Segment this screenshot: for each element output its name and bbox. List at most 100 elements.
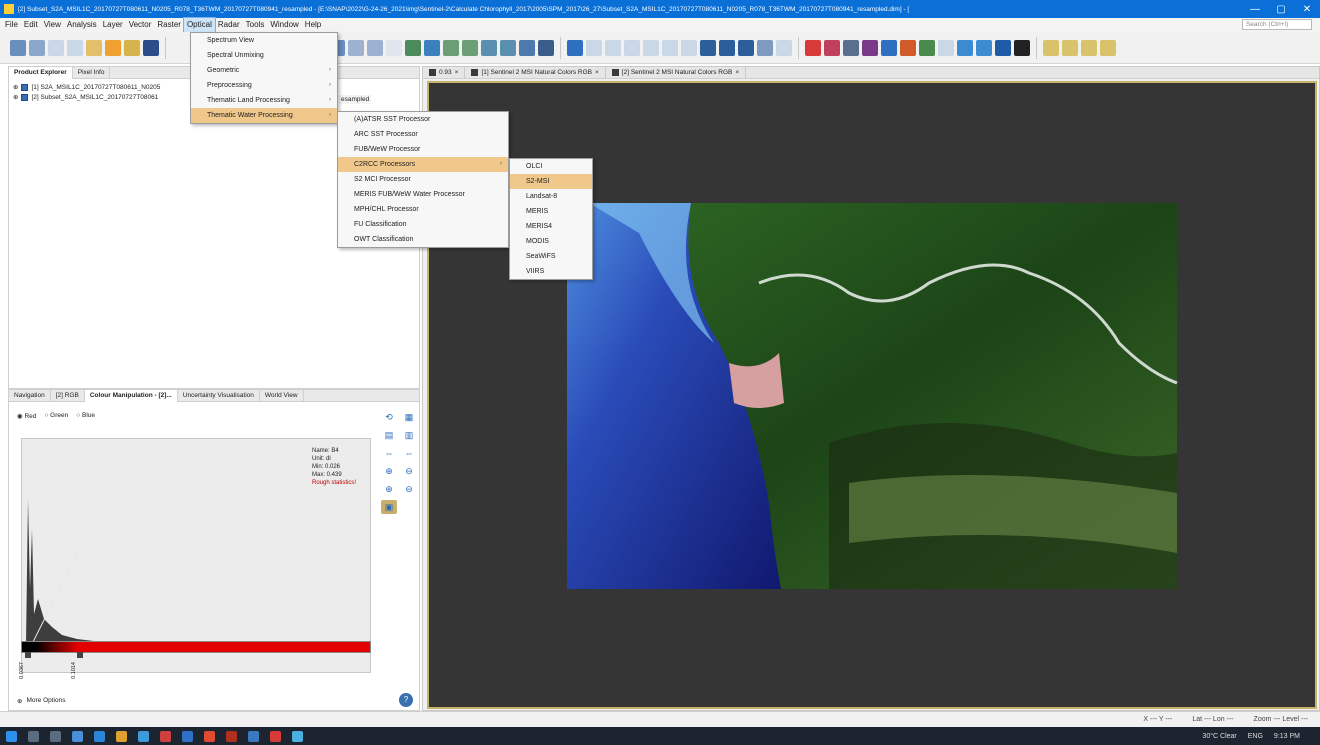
red-radio[interactable]: ◉ Red <box>17 412 36 420</box>
open-product-icon[interactable] <box>10 39 26 56</box>
slider-handle-max[interactable] <box>77 652 83 658</box>
log-scale-icon[interactable]: ⇔ <box>401 446 417 460</box>
redo-icon[interactable] <box>67 39 83 56</box>
blue-radio[interactable]: ○ Blue <box>76 412 95 420</box>
pan-tool-icon[interactable] <box>586 39 602 56</box>
clock[interactable]: 9:13 PM <box>1274 733 1300 740</box>
tile-icon[interactable] <box>938 39 954 56</box>
export-icon[interactable]: ▥ <box>401 428 417 442</box>
menu-item-modis[interactable]: MODIS <box>510 234 592 249</box>
zoom-selector[interactable]: 0.93 × <box>423 66 466 79</box>
menu-item-geometric[interactable]: Geometric › <box>191 63 337 78</box>
pin-tool-icon[interactable] <box>624 39 640 56</box>
search-input[interactable]: Search (Ctrl+I) <box>1242 19 1312 30</box>
menu-item-spectral-unmixing[interactable]: Spectral Unmixing <box>191 48 337 63</box>
taskbar-app-icon[interactable] <box>248 730 259 742</box>
start-icon[interactable] <box>6 730 17 742</box>
taskbar-app-icon[interactable] <box>94 730 105 742</box>
search-icon[interactable] <box>28 730 39 742</box>
menu-optical[interactable]: Optical <box>182 17 216 33</box>
minimize-button[interactable]: — <box>1242 4 1268 15</box>
rectangle-tool-icon[interactable] <box>700 39 716 56</box>
band-list-icon[interactable] <box>919 39 935 56</box>
magic-wand-icon[interactable] <box>757 39 773 56</box>
menu-item-olci[interactable]: OLCI <box>510 159 592 174</box>
pin-manager-icon[interactable] <box>805 39 821 56</box>
snap-logo-icon[interactable] <box>1014 39 1030 56</box>
slider-handle-min[interactable] <box>25 652 31 658</box>
menu-item-meris-fub[interactable]: MERIS FUB/WeW Water Processor <box>338 187 508 202</box>
polyline-tool-icon[interactable] <box>662 39 678 56</box>
taskbar-app-icon[interactable] <box>72 730 83 742</box>
zoom-in-h-icon[interactable]: ⊕ <box>381 482 397 496</box>
menu-item-owt-classification[interactable]: OWT Classification <box>338 232 508 247</box>
language-indicator[interactable]: ENG <box>1248 733 1263 740</box>
line-tool-icon[interactable] <box>643 39 659 56</box>
taskbar-app-icon[interactable] <box>270 730 281 742</box>
sync-views-icon[interactable] <box>957 39 973 56</box>
metadata-icon[interactable] <box>481 39 497 56</box>
menu-help[interactable]: Help <box>302 18 324 32</box>
ellipse-tool-icon[interactable] <box>719 39 735 56</box>
information-icon[interactable] <box>424 39 440 56</box>
menu-layer[interactable]: Layer <box>100 18 126 32</box>
vector-data-icon[interactable] <box>843 39 859 56</box>
menu-view[interactable]: View <box>41 18 64 32</box>
close-button[interactable]: ✕ <box>1294 4 1320 15</box>
polygon-tool-icon[interactable] <box>681 39 697 56</box>
multi-apply-icon[interactable]: ▦ <box>401 410 417 424</box>
menu-item-fu-classification[interactable]: FU Classification <box>338 217 508 232</box>
range-icon[interactable]: ⇔ <box>381 446 397 460</box>
green-radio[interactable]: ○ Green <box>44 412 68 420</box>
tab-uncertainty[interactable]: Uncertainty Visualisation <box>178 389 260 402</box>
taskbar-app-icon[interactable] <box>116 730 127 742</box>
histogram-icon[interactable] <box>405 39 421 56</box>
zoom-out-h-icon[interactable]: ⊖ <box>401 482 417 496</box>
tab-colour-manipulation[interactable]: Colour Manipulation - [2]... <box>84 389 178 402</box>
mask-manager-icon[interactable] <box>443 39 459 56</box>
help-icon[interactable]: ? <box>399 693 413 707</box>
scatter-plot-icon[interactable] <box>348 39 364 56</box>
tab-image-2[interactable]: [2] Sentinel 2 MSI Natural Colors RGB × <box>606 66 747 79</box>
menu-item-aatsr-sst[interactable]: (A)ATSR SST Processor <box>338 112 508 127</box>
zoom-in-v-icon[interactable]: ⊕ <box>381 464 397 478</box>
menu-window[interactable]: Window <box>267 18 301 32</box>
menu-item-thematic-water[interactable]: Thematic Water Processing › <box>191 108 337 123</box>
spectrum-icon[interactable] <box>500 39 516 56</box>
pixel-info-icon[interactable] <box>519 39 535 56</box>
menu-vector[interactable]: Vector <box>126 18 155 32</box>
import-icon[interactable]: ▤ <box>381 428 397 442</box>
tile-single-icon[interactable] <box>1100 39 1116 56</box>
band-maths-icon[interactable] <box>86 39 102 56</box>
more-options-toggle[interactable]: ⊕ More Options <box>17 697 65 705</box>
zoom-out-v-icon[interactable]: ⊖ <box>401 464 417 478</box>
menu-item-viirs[interactable]: VIIRS <box>510 264 592 279</box>
graticule-icon[interactable] <box>776 39 792 56</box>
menu-raster[interactable]: Raster <box>154 18 184 32</box>
range-finder-icon[interactable] <box>738 39 754 56</box>
world-map-icon[interactable] <box>538 39 554 56</box>
gcp-manager-icon[interactable] <box>824 39 840 56</box>
menu-item-meris[interactable]: MERIS <box>510 204 592 219</box>
menu-item-arc-sst[interactable]: ARC SST Processor <box>338 127 508 142</box>
menu-item-mph-chl[interactable]: MPH/CHL Processor <box>338 202 508 217</box>
swipe-icon[interactable] <box>995 39 1011 56</box>
tab-product-explorer[interactable]: Product Explorer <box>9 66 73 79</box>
graph-builder-icon[interactable] <box>105 39 121 56</box>
menu-tools[interactable]: Tools <box>243 18 268 32</box>
colour-manipulation-icon[interactable] <box>900 39 916 56</box>
slider-min-label[interactable]: 0.0367 <box>19 662 25 679</box>
menu-item-seawifs[interactable]: SeaWiFS <box>510 249 592 264</box>
taskbar-app-icon[interactable] <box>226 730 237 742</box>
maximize-button[interactable]: ▢ <box>1268 4 1294 15</box>
menu-item-preprocessing[interactable]: Preprocessing › <box>191 78 337 93</box>
task-view-icon[interactable] <box>50 730 61 742</box>
taskbar-app-icon[interactable] <box>160 730 171 742</box>
tile-horizontal-icon[interactable] <box>1043 39 1059 56</box>
weather-widget[interactable]: 30°C Clear <box>1202 733 1236 740</box>
menu-item-s2-msi[interactable]: S2-MSI <box>510 174 592 189</box>
colour-slider-bar[interactable] <box>21 641 371 658</box>
taskbar-app-icon[interactable] <box>204 730 215 742</box>
menu-analysis[interactable]: Analysis <box>64 18 100 32</box>
expand-icon[interactable]: ⊕ <box>13 93 18 101</box>
